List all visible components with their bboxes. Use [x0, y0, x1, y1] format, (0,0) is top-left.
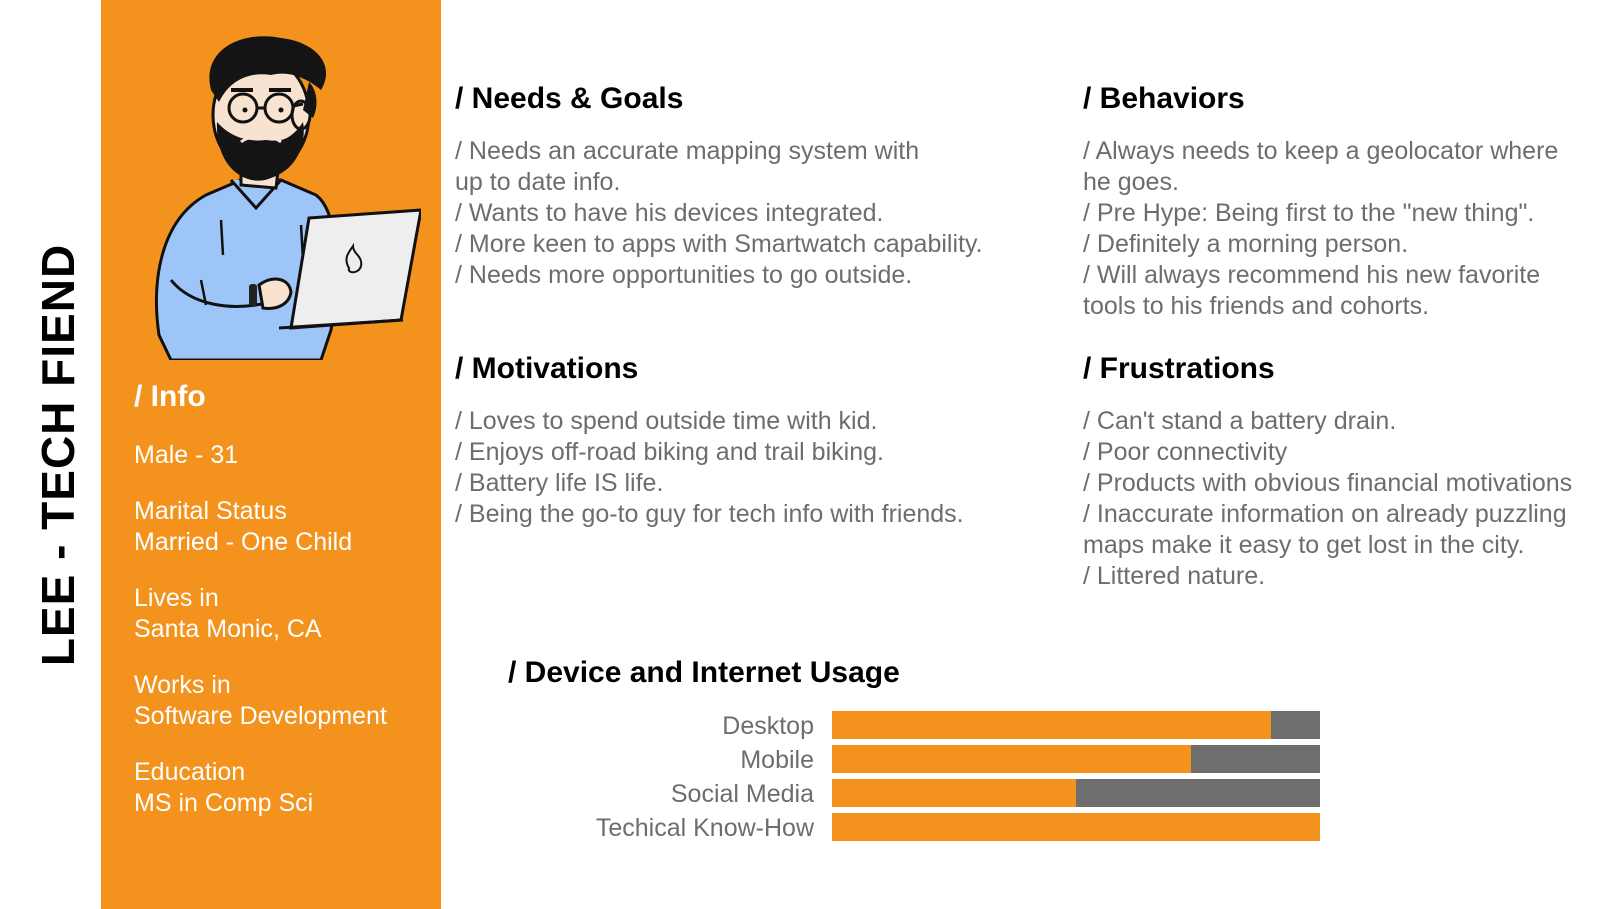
- section-line: / Products with obvious financial motiva…: [1083, 469, 1573, 497]
- info-sidebar: / Info Male - 31 Marital Status Married …: [101, 0, 441, 909]
- info-value: MS in Comp Sci: [134, 789, 314, 817]
- usage-bar-track: [832, 745, 1320, 773]
- section-line: / Always needs to keep a geolocator wher…: [1083, 137, 1559, 165]
- section-line: / Poor connectivity: [1083, 438, 1288, 466]
- info-text: Male - 31: [134, 441, 239, 469]
- usage-row-technical-know-how: Techical Know-How: [500, 813, 1325, 843]
- usage-label: Social Media: [670, 780, 814, 808]
- behaviors-section: / Behaviors / Always needs to keep a geo…: [1083, 82, 1558, 322]
- section-line: up to date info.: [455, 168, 621, 196]
- persona-title-text: LEE - TECH FIEND: [32, 243, 84, 666]
- info-education: Education MS in Comp Sci: [134, 757, 387, 819]
- usage-row-mobile: Mobile: [500, 745, 1325, 775]
- section-line: / Enjoys off-road biking and trail bikin…: [455, 438, 884, 466]
- info-label: Lives in: [134, 584, 219, 612]
- info-location: Lives in Santa Monic, CA: [134, 583, 387, 645]
- section-line: tools to his friends and cohorts.: [1083, 292, 1430, 320]
- section-line: / Loves to spend outside time with kid.: [455, 407, 878, 435]
- info-label: Marital Status: [134, 497, 287, 525]
- section-line: / Wants to have his devices integrated.: [455, 199, 884, 227]
- frustrations-section: / Frustrations / Can't stand a battery d…: [1083, 352, 1572, 592]
- info-marital-status: Marital Status Married - One Child: [134, 496, 387, 558]
- info-value: Santa Monic, CA: [134, 615, 322, 643]
- usage-bar-fill: [832, 779, 1076, 807]
- usage-bar-fill: [832, 745, 1191, 773]
- section-line: / More keen to apps with Smartwatch capa…: [455, 230, 983, 258]
- usage-label: Desktop: [722, 712, 814, 740]
- usage-bar-fill: [832, 813, 1320, 841]
- section-title: / Motivations: [455, 352, 639, 385]
- needs-goals-section: / Needs & Goals / Needs an accurate mapp…: [455, 82, 983, 291]
- usage-title: / Device and Internet Usage: [508, 656, 900, 689]
- usage-bar-track: [832, 779, 1320, 807]
- usage-label: Mobile: [740, 746, 814, 774]
- section-title: / Behaviors: [1083, 82, 1245, 115]
- section-line: / Can't stand a battery drain.: [1083, 407, 1397, 435]
- section-line: he goes.: [1083, 168, 1179, 196]
- section-line: / Battery life IS life.: [455, 469, 664, 497]
- section-line: / Needs an accurate mapping system with: [455, 137, 920, 165]
- info-value: Software Development: [134, 702, 387, 730]
- info-list: Male - 31 Marital Status Married - One C…: [134, 440, 387, 844]
- info-label: Education: [134, 758, 246, 786]
- section-title: / Needs & Goals: [455, 82, 684, 115]
- usage-bar-fill: [832, 711, 1272, 739]
- section-line: / Pre Hype: Being first to the "new thin…: [1083, 199, 1535, 227]
- info-value: Married - One Child: [134, 528, 353, 556]
- usage-row-desktop: Desktop: [500, 711, 1325, 741]
- usage-label: Techical Know-How: [595, 814, 814, 842]
- usage-bar-track: [832, 813, 1320, 841]
- section-line: / Definitely a morning person.: [1083, 230, 1409, 258]
- info-occupation: Works in Software Development: [134, 670, 387, 732]
- section-line: / Being the go-to guy for tech info with…: [455, 500, 964, 528]
- section-line: / Needs more opportunities to go outside…: [455, 261, 913, 289]
- info-label: Works in: [134, 671, 231, 699]
- info-heading: / Info: [134, 380, 206, 413]
- info-gender-age: Male - 31: [134, 440, 387, 471]
- section-line: / Inaccurate information on already puzz…: [1083, 500, 1567, 528]
- motivations-section: / Motivations / Loves to spend outside t…: [455, 352, 964, 530]
- section-line: maps make it easy to get lost in the cit…: [1083, 531, 1525, 559]
- usage-bar-track: [832, 711, 1320, 739]
- usage-row-social-media: Social Media: [500, 779, 1325, 809]
- section-title: / Frustrations: [1083, 352, 1275, 385]
- avatar-illustration: [155, 36, 421, 360]
- section-line: / Will always recommend his new favorite: [1083, 261, 1541, 289]
- section-line: / Littered nature.: [1083, 562, 1266, 590]
- persona-title: LEE - TECH FIEND: [28, 0, 88, 909]
